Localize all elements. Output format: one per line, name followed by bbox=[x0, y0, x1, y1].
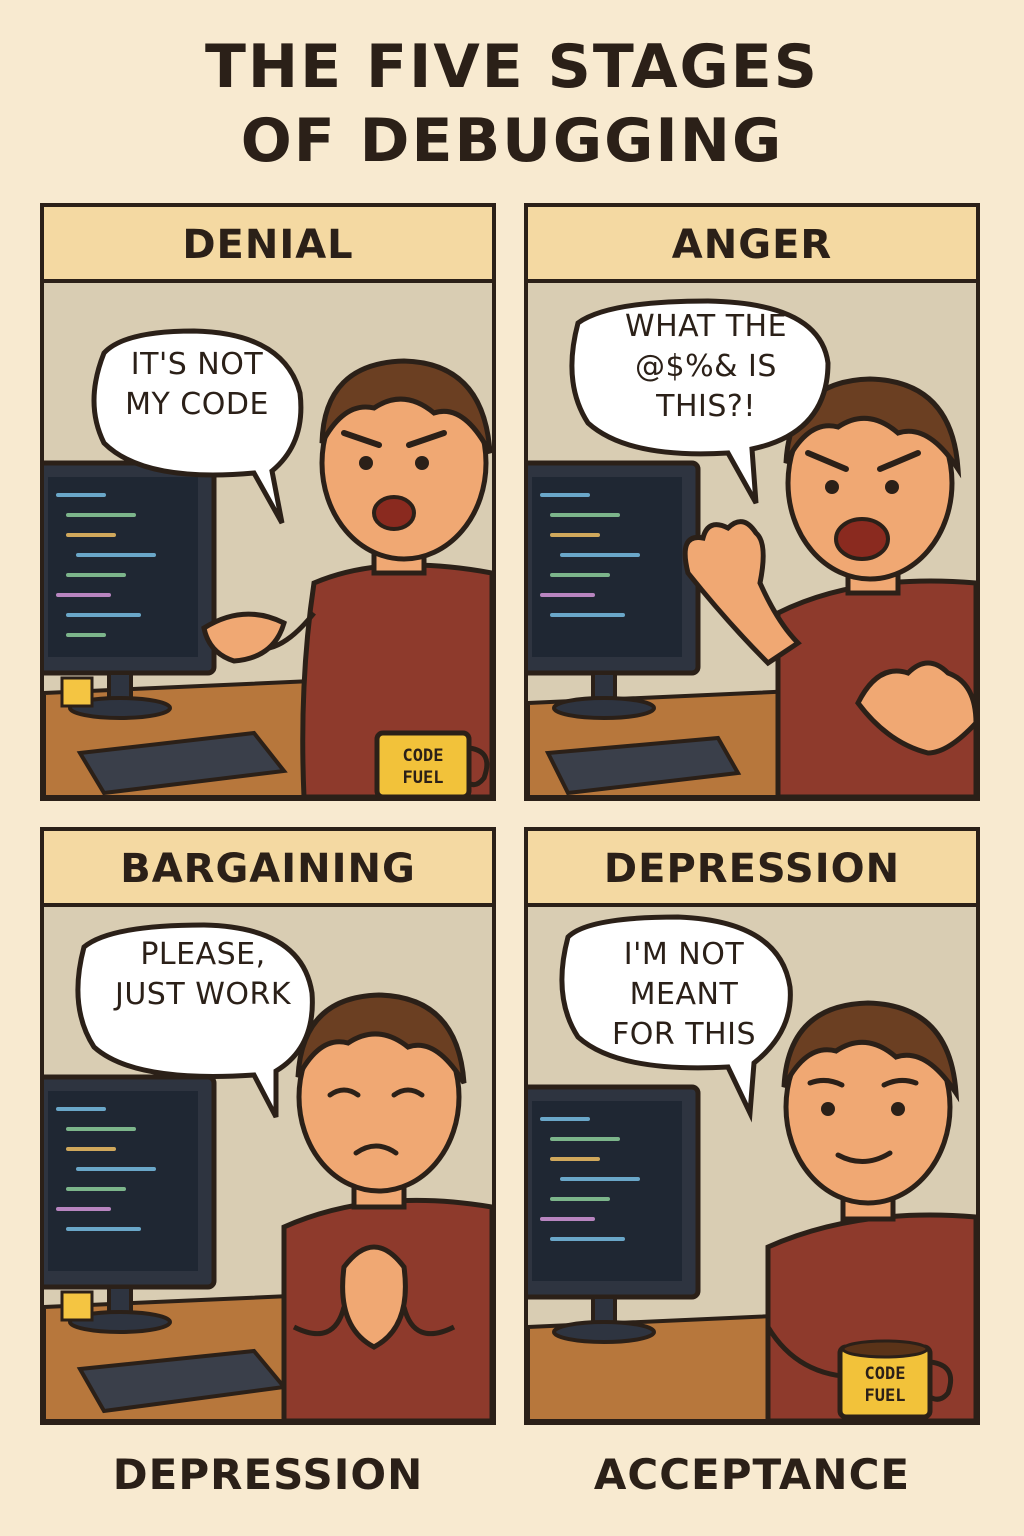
panel-anger: ANGER WHAT THE @$%& IS THIS?! bbox=[524, 203, 980, 801]
speech-text: WHAT THE @$%& IS THIS?! bbox=[624, 309, 788, 424]
mug-label-line-2: FUEL bbox=[865, 1386, 906, 1406]
comic-title: THE FIVE STAGES OF DEBUGGING bbox=[0, 30, 1024, 178]
speech-text: I'M NOT MEANT FOR THIS bbox=[611, 937, 757, 1052]
panel-depression: DEPRESSION CODE FUEL I'M NOT MEANT FOR T… bbox=[524, 827, 980, 1425]
mug-label-line-2: FUEL bbox=[403, 768, 444, 788]
panel-heading: DEPRESSION bbox=[528, 831, 976, 907]
title-line-1: THE FIVE STAGES bbox=[204, 32, 819, 102]
caption-right: ACCEPTANCE bbox=[593, 1450, 911, 1499]
panel-heading: ANGER bbox=[528, 207, 976, 283]
panel-heading: DENIAL bbox=[44, 207, 492, 283]
panel-denial: DENIAL CODE FUEL IT'S NOT MY CODE bbox=[40, 203, 496, 801]
coffee-mug-icon: CODE FUEL bbox=[374, 730, 490, 797]
panel-heading: BARGAINING bbox=[44, 831, 492, 907]
caption-left: DEPRESSION bbox=[112, 1450, 424, 1499]
speech-text: PLEASE, JUST WORK bbox=[114, 937, 291, 1012]
mug-label-line-1: CODE bbox=[403, 746, 444, 766]
mug-label-line-1: CODE bbox=[865, 1364, 906, 1384]
panel-bargaining: BARGAINING PLEASE, JUST WORK bbox=[40, 827, 496, 1425]
sticky-note-icon bbox=[60, 676, 94, 708]
title-line-2: OF DEBUGGING bbox=[240, 106, 784, 176]
sticky-note-icon bbox=[60, 1290, 94, 1322]
speech-text: IT'S NOT MY CODE bbox=[125, 347, 269, 422]
